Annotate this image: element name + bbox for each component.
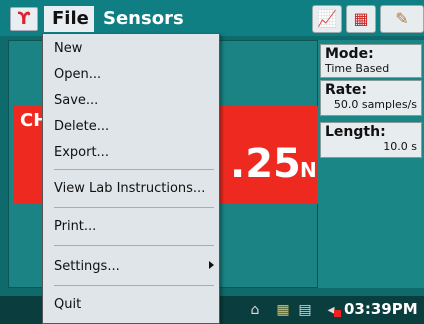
sensors-menu[interactable]: Sensors — [103, 6, 184, 32]
meter-unit: N — [300, 158, 317, 182]
top-toolbar: ϒ File Sensors 📈 ▦ ✎ — [0, 0, 424, 36]
rate-value: 50.0 samples/s — [333, 98, 417, 111]
menu-item-view-lab-instructions[interactable]: View Lab Instructions... — [54, 179, 205, 199]
length-value: 10.0 s — [383, 140, 417, 153]
rate-title: Rate: — [325, 82, 368, 98]
menu-separator — [54, 169, 214, 170]
info-panel: Mode: Time Based Rate: 50.0 samples/s Le… — [318, 40, 424, 288]
menu-item-save[interactable]: Save... — [54, 91, 98, 111]
clock: 03:39PM — [344, 300, 418, 318]
file-menu[interactable]: File — [44, 6, 94, 32]
rate-box[interactable]: Rate: 50.0 samples/s — [320, 80, 422, 116]
menu-separator — [54, 285, 214, 286]
menu-item-settings[interactable]: Settings... — [54, 257, 120, 277]
meter-value: .25 — [230, 141, 301, 187]
length-title: Length: — [325, 124, 386, 140]
keyboard-icon[interactable]: ▤ — [296, 301, 314, 319]
menu-item-delete[interactable]: Delete... — [54, 117, 109, 137]
table-view-icon[interactable]: ▦ — [346, 5, 376, 33]
mode-value: Time Based — [325, 62, 390, 75]
calculator-icon[interactable]: ▦ — [274, 301, 292, 319]
menu-item-export[interactable]: Export... — [54, 143, 109, 163]
file-dropdown-menu: New Open... Save... Delete... Export... … — [42, 33, 220, 324]
length-box[interactable]: Length: 10.0 s — [320, 122, 422, 158]
graph-view-icon[interactable]: 📈 — [312, 5, 342, 33]
menu-item-open[interactable]: Open... — [54, 65, 101, 85]
menu-separator — [54, 245, 214, 246]
mode-title: Mode: — [325, 46, 374, 62]
menu-item-quit[interactable]: Quit — [54, 295, 81, 315]
menu-item-new[interactable]: New — [54, 39, 82, 59]
notebook-icon[interactable]: ✎ — [380, 5, 424, 33]
menu-item-print[interactable]: Print... — [54, 217, 96, 237]
mode-box[interactable]: Mode: Time Based — [320, 44, 422, 78]
mute-icon — [334, 310, 341, 317]
app-logo-icon[interactable]: ϒ — [10, 7, 38, 31]
submenu-arrow-icon — [209, 261, 214, 269]
home-icon[interactable]: ⌂ — [246, 301, 264, 319]
menu-separator — [54, 207, 214, 208]
